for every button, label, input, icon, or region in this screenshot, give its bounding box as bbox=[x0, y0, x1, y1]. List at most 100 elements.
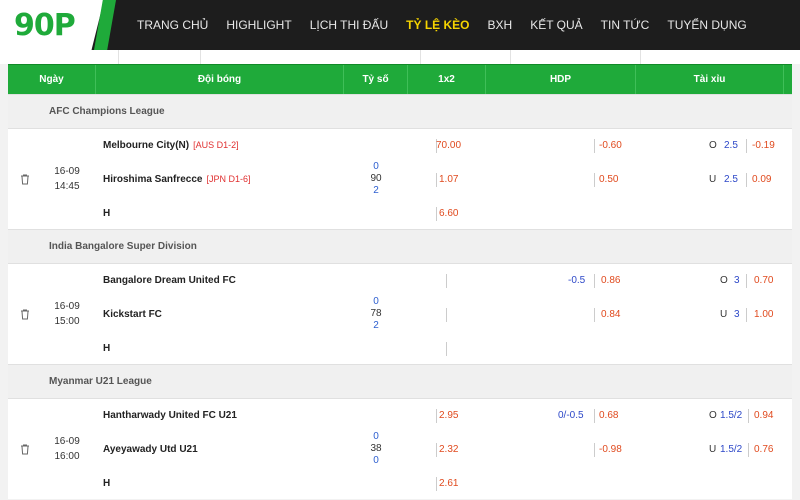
nav-odds[interactable]: TỶ LỆ KÈO bbox=[397, 18, 478, 32]
away-rank: [JPN D1-6] bbox=[206, 174, 251, 184]
nav-home[interactable]: TRANG CHỦ bbox=[128, 18, 217, 32]
ou-label-over: O bbox=[720, 275, 728, 286]
draw-label: H bbox=[103, 343, 111, 354]
odds-divider bbox=[594, 173, 595, 187]
league-name: Myanmar U21 League bbox=[49, 376, 152, 387]
odds-divider bbox=[746, 173, 747, 187]
live-score: 0 38 0 bbox=[363, 431, 389, 467]
odds-divider bbox=[594, 409, 595, 423]
header-date: Ngày bbox=[8, 65, 96, 95]
live-score: 0 90 2 bbox=[363, 161, 389, 197]
ou-odds-over[interactable]: 0.94 bbox=[754, 410, 773, 421]
hdp-odds-home[interactable]: 0.86 bbox=[601, 275, 620, 286]
odds-divider bbox=[446, 274, 447, 288]
league-header: Myanmar U21 League bbox=[8, 364, 792, 399]
nav-news[interactable]: TIN TỨC bbox=[592, 18, 659, 32]
odds-1x2-away[interactable]: 1.07 bbox=[439, 174, 458, 185]
away-team[interactable]: Kickstart FC bbox=[103, 309, 162, 320]
match-block: 16-09 14:45 Melbourne City(N) [AUS D1-2] … bbox=[8, 129, 792, 229]
league-name: India Bangalore Super Division bbox=[49, 241, 197, 252]
odds-divider bbox=[446, 342, 447, 356]
odds-1x2-draw[interactable]: 6.60 bbox=[439, 208, 458, 219]
trash-icon[interactable] bbox=[20, 174, 30, 185]
ou-odds-under[interactable]: 0.09 bbox=[752, 174, 771, 185]
odds-1x2-home[interactable]: 70.00 bbox=[436, 140, 461, 151]
hdp-odds-home[interactable]: -0.60 bbox=[599, 140, 622, 151]
date-text: 16-09 bbox=[54, 301, 80, 312]
draw-label: H bbox=[103, 478, 111, 489]
home-team[interactable]: Hantharwady United FC U21 bbox=[103, 410, 237, 421]
odds-divider bbox=[748, 409, 749, 423]
odds-divider bbox=[594, 274, 595, 288]
hdp-odds-away[interactable]: 0.84 bbox=[601, 309, 620, 320]
odds-divider bbox=[436, 173, 437, 187]
home-team[interactable]: Melbourne City(N) [AUS D1-2] bbox=[103, 140, 239, 151]
league-header: AFC Champions League bbox=[8, 94, 792, 129]
match-date: 16-09 16:00 bbox=[52, 434, 82, 464]
sub-strip bbox=[0, 50, 800, 64]
hdp-odds-away[interactable]: 0.50 bbox=[599, 174, 618, 185]
date-text: 16-09 bbox=[54, 436, 80, 447]
ou-odds-under[interactable]: 0.76 bbox=[754, 444, 773, 455]
ou-label-over: O bbox=[709, 140, 717, 151]
strip-divider bbox=[420, 50, 421, 64]
ou-odds-over[interactable]: 0.70 bbox=[754, 275, 773, 286]
trash-icon[interactable] bbox=[20, 444, 30, 455]
header-hdp: HDP bbox=[486, 65, 636, 95]
odds-divider bbox=[594, 139, 595, 153]
ou-line-under: 2.5 bbox=[724, 174, 738, 185]
odds-divider bbox=[746, 274, 747, 288]
trash-icon[interactable] bbox=[20, 309, 30, 320]
odds-1x2-home[interactable]: 2.95 bbox=[439, 410, 458, 421]
draw-label: H bbox=[103, 208, 111, 219]
ou-odds-under[interactable]: 1.00 bbox=[754, 309, 773, 320]
home-team[interactable]: Bangalore Dream United FC bbox=[103, 275, 236, 286]
live-score: 0 78 2 bbox=[363, 296, 389, 332]
league-name: AFC Champions League bbox=[49, 106, 165, 117]
nav-results[interactable]: KẾT QUẢ bbox=[521, 18, 591, 32]
nav-standings[interactable]: BXH bbox=[479, 18, 522, 32]
site-logo[interactable]: 90P bbox=[14, 8, 76, 43]
odds-divider bbox=[436, 443, 437, 457]
main-nav: TRANG CHỦ HIGHLIGHT LỊCH THI ĐẤU TỶ LỆ K… bbox=[128, 0, 756, 50]
strip-divider bbox=[200, 50, 201, 64]
match-date: 16-09 15:00 bbox=[52, 299, 82, 329]
score-home: 0 bbox=[373, 431, 379, 442]
strip-divider bbox=[640, 50, 641, 64]
match-minute: 90 bbox=[370, 173, 382, 184]
header-score: Tỷ số bbox=[344, 65, 408, 95]
ou-label-under: U bbox=[709, 444, 717, 455]
strip-divider bbox=[510, 50, 511, 64]
date-text: 16-09 bbox=[54, 166, 80, 177]
away-team[interactable]: Ayeyawady Utd U21 bbox=[103, 444, 198, 455]
score-away: 0 bbox=[373, 455, 379, 466]
time-text: 16:00 bbox=[54, 451, 80, 462]
top-navbar: 90P TRANG CHỦ HIGHLIGHT LỊCH THI ĐẤU TỶ … bbox=[0, 0, 800, 50]
score-home: 0 bbox=[373, 296, 379, 307]
odds-divider bbox=[436, 477, 437, 491]
odds-divider bbox=[748, 443, 749, 457]
nav-schedule[interactable]: LỊCH THI ĐẤU bbox=[301, 18, 397, 32]
match-date: 16-09 14:45 bbox=[52, 164, 82, 194]
ou-line-under: 3 bbox=[734, 309, 740, 320]
ou-label-over: O bbox=[709, 410, 717, 421]
header-over-under: Tài xỉu bbox=[636, 65, 784, 95]
nav-careers[interactable]: TUYỂN DỤNG bbox=[658, 18, 755, 32]
away-team[interactable]: Hiroshima Sanfrecce [JPN D1-6] bbox=[103, 174, 251, 185]
ou-line-under: 1.5/2 bbox=[720, 444, 743, 455]
score-home: 0 bbox=[373, 161, 379, 172]
ou-odds-over[interactable]: -0.19 bbox=[752, 140, 775, 151]
match-minute: 78 bbox=[370, 308, 382, 319]
header-1x2: 1x2 bbox=[408, 65, 486, 95]
odds-1x2-draw[interactable]: 2.61 bbox=[439, 478, 458, 489]
hdp-odds-away[interactable]: -0.98 bbox=[599, 444, 622, 455]
away-team-name: Hiroshima Sanfrecce bbox=[103, 174, 203, 185]
ou-label-under: U bbox=[709, 174, 717, 185]
score-away: 2 bbox=[373, 320, 379, 331]
odds-divider bbox=[746, 139, 747, 153]
hdp-odds-home[interactable]: 0.68 bbox=[599, 410, 618, 421]
time-text: 15:00 bbox=[54, 316, 80, 327]
nav-highlight[interactable]: HIGHLIGHT bbox=[217, 18, 300, 32]
match-minute: 38 bbox=[370, 443, 382, 454]
odds-1x2-away[interactable]: 2.32 bbox=[439, 444, 458, 455]
